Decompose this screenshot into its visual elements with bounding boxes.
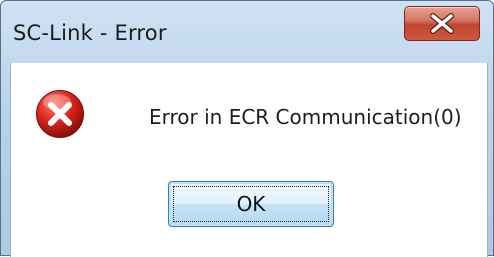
error-message: Error in ECR Communication(0) [149, 105, 462, 129]
ok-button[interactable]: OK [168, 181, 334, 227]
close-icon [430, 13, 454, 34]
dialog-window: SC-Link - Error Error in ECR Communicati… [0, 0, 494, 257]
ok-button-label: OK [236, 192, 266, 216]
dialog-content: Error in ECR Communication(0) OK [10, 63, 488, 257]
close-button[interactable] [404, 6, 480, 41]
title-bar[interactable]: SC-Link - Error [1, 1, 493, 63]
window-title: SC-Link - Error [13, 21, 167, 45]
error-icon [36, 90, 84, 138]
